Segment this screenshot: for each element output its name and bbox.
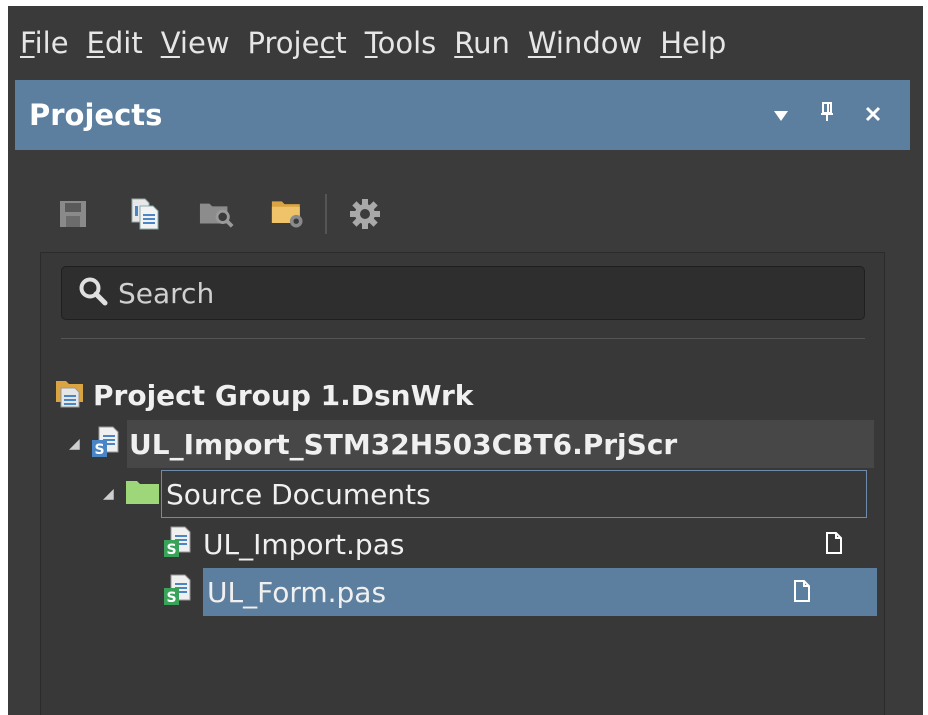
folder-settings-icon[interactable] xyxy=(271,196,307,232)
menu-mnemonic: E xyxy=(86,25,105,60)
svg-text:S: S xyxy=(166,590,176,606)
collapse-arrow-icon[interactable]: ◢ xyxy=(103,486,125,502)
menu-help[interactable]: Help xyxy=(660,25,727,60)
copy-document-icon[interactable] xyxy=(127,196,163,232)
projects-panel-body: Search Project Group 1.DsnWrk ◢ S UL_Imp… xyxy=(15,150,910,715)
browse-folder-icon[interactable] xyxy=(199,196,235,232)
script-file-icon: S xyxy=(163,574,203,610)
menu-file[interactable]: File xyxy=(20,25,69,60)
panel-header-controls xyxy=(758,80,896,150)
save-icon[interactable] xyxy=(55,196,91,232)
menu-bar: File Edit View Project Tools Run Window … xyxy=(8,6,923,80)
file-label: UL_Import.pas xyxy=(203,527,405,561)
document-status-icon xyxy=(825,532,843,558)
menu-mnemonic: W xyxy=(527,25,556,60)
project-tree-container: Search Project Group 1.DsnWrk ◢ S UL_Imp… xyxy=(40,252,885,715)
tree-item-project-group[interactable]: Project Group 1.DsnWrk xyxy=(55,371,473,419)
app-window: File Edit View Project Tools Run Window … xyxy=(8,6,923,715)
menu-label: iew xyxy=(179,25,230,60)
search-placeholder: Search xyxy=(118,276,215,310)
menu-mnemonic: T xyxy=(364,25,378,60)
folder-label: Source Documents xyxy=(166,477,431,511)
file-label: UL_Form.pas xyxy=(207,575,387,609)
panel-title: Projects xyxy=(29,98,163,132)
workspace-icon xyxy=(55,378,93,412)
menu-mnemonic: H xyxy=(660,25,683,60)
panel-menu-icon[interactable] xyxy=(758,103,804,128)
menu-label: ile xyxy=(34,25,69,60)
tree-item-source-documents[interactable]: ◢ Source Documents xyxy=(103,470,867,518)
script-project-icon: S xyxy=(91,426,127,462)
projects-toolbar xyxy=(55,192,419,236)
svg-text:S: S xyxy=(166,542,176,558)
tree-item-file[interactable]: S UL_Form.pas xyxy=(163,568,883,616)
divider xyxy=(61,338,865,339)
close-icon[interactable] xyxy=(850,103,896,128)
menu-label: t xyxy=(335,25,347,60)
menu-label: ools xyxy=(377,25,437,60)
collapse-arrow-icon[interactable]: ◢ xyxy=(69,436,91,452)
project-group-label: Project Group 1.DsnWrk xyxy=(93,378,474,412)
menu-tools[interactable]: Tools xyxy=(364,25,437,60)
menu-label: dit xyxy=(104,25,143,60)
menu-project[interactable]: Project xyxy=(247,25,347,60)
tree-item-project[interactable]: ◢ S UL_Import_STM32H503CBT6.PrjScr xyxy=(69,420,882,468)
tree-item-file[interactable]: S UL_Import.pas xyxy=(163,520,883,568)
toolbar-separator xyxy=(325,194,327,234)
menu-mnemonic: c xyxy=(319,25,336,60)
menu-label: un xyxy=(473,25,510,60)
folder-row-focus: Source Documents xyxy=(161,470,867,518)
document-status-icon xyxy=(793,580,811,606)
menu-view[interactable]: View xyxy=(160,25,230,60)
project-row-highlight: UL_Import_STM32H503CBT6.PrjScr xyxy=(127,420,874,468)
project-label: UL_Import_STM32H503CBT6.PrjScr xyxy=(129,427,678,461)
pin-icon[interactable] xyxy=(804,102,850,128)
gear-icon[interactable] xyxy=(347,196,383,232)
menu-window[interactable]: Window xyxy=(527,25,643,60)
projects-panel-header: Projects xyxy=(15,80,910,150)
svg-text:S: S xyxy=(94,442,104,458)
menu-mnemonic: R xyxy=(454,25,474,60)
folder-icon xyxy=(125,479,165,509)
menu-run[interactable]: Run xyxy=(454,25,510,60)
menu-label: indow xyxy=(555,25,643,60)
search-input[interactable]: Search xyxy=(61,266,865,320)
menu-label: Proje xyxy=(247,25,320,60)
menu-edit[interactable]: Edit xyxy=(86,25,143,60)
menu-mnemonic: F xyxy=(20,25,35,60)
script-file-icon: S xyxy=(163,526,203,562)
search-icon xyxy=(78,276,108,310)
menu-mnemonic: V xyxy=(160,25,180,60)
selected-row-highlight: UL_Form.pas xyxy=(203,568,877,616)
menu-label: elp xyxy=(682,25,727,60)
